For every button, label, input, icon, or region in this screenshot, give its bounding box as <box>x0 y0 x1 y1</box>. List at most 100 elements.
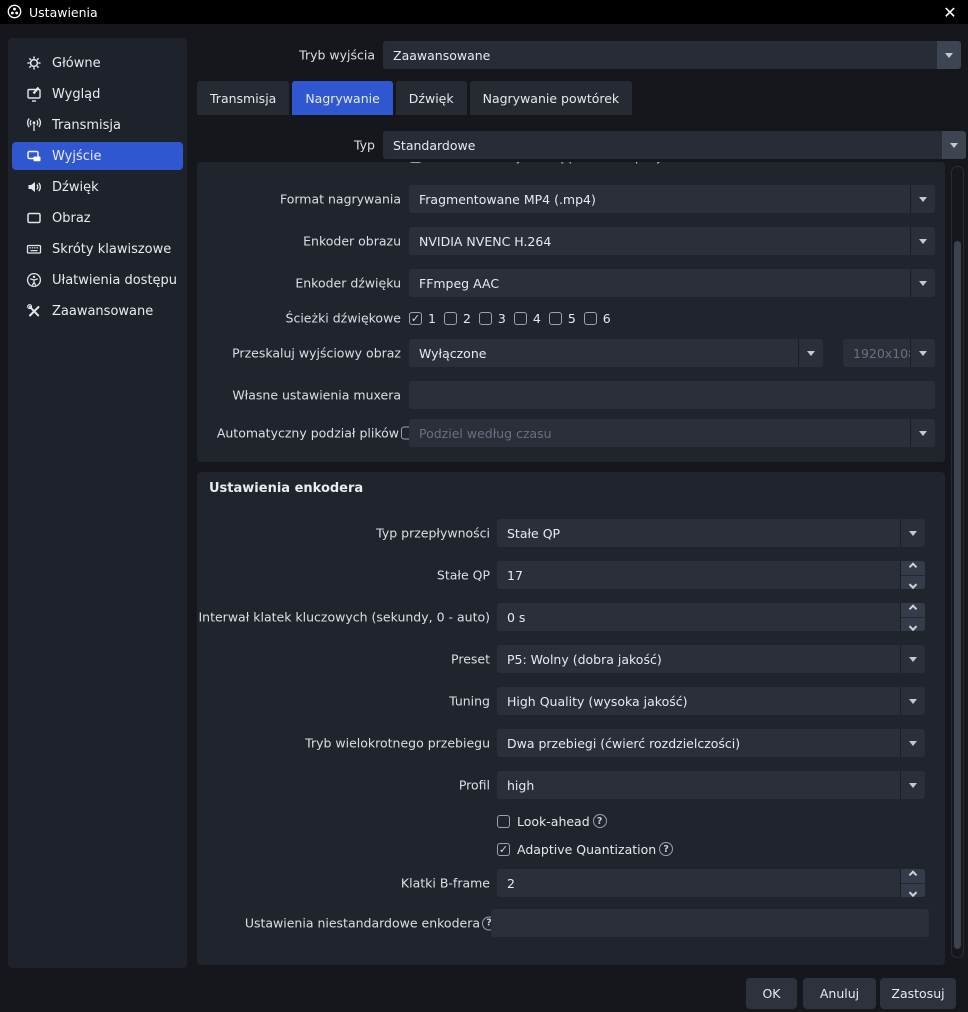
video-encoder-row: Enkoder obrazu NVIDIA NVENC H.264 <box>197 227 945 255</box>
tuning-label: Tuning <box>449 694 490 709</box>
check-icon: ✓ <box>499 844 508 855</box>
broadcast-icon <box>25 117 42 134</box>
video-encoder-dropdown[interactable]: NVIDIA NVENC H.264 <box>409 227 935 255</box>
chevron-down-icon <box>910 227 935 255</box>
tab-audio[interactable]: Dźwięk <box>396 81 467 115</box>
sidebar-item-appearance[interactable]: Wygląd <box>12 80 183 108</box>
preset-label: Preset <box>451 652 490 667</box>
profile-dropdown[interactable]: high <box>497 771 925 799</box>
spin-down-icon[interactable] <box>901 575 925 590</box>
apply-button[interactable]: Zastosuj <box>880 978 956 1009</box>
close-icon[interactable]: ✕ <box>938 0 962 24</box>
audio-tracks-label: Ścieżki dźwiękowe <box>286 311 401 326</box>
ok-button[interactable]: OK <box>746 978 797 1009</box>
audio-track-4: 4 <box>514 311 541 326</box>
chevron-down-icon <box>910 339 935 367</box>
audio-track-1-label: 1 <box>428 311 436 326</box>
sidebar-item-accessibility[interactable]: Ułatwienia dostępu <box>12 266 183 294</box>
rate-control-dropdown[interactable]: Stałe QP <box>497 519 925 547</box>
profile-label: Profil <box>459 778 490 793</box>
lookahead-checkbox[interactable] <box>497 815 510 828</box>
clipped-row: Generuj nazwę pliku bez spacji <box>197 162 945 168</box>
audio-track-4-checkbox[interactable] <box>514 312 527 325</box>
tab-replay-buffer[interactable]: Nagrywanie powtórek <box>470 81 633 115</box>
sidebar-item-label: Ułatwienia dostępu <box>52 273 177 288</box>
sidebar-item-video[interactable]: Obraz <box>12 204 183 232</box>
cancel-button[interactable]: Anuluj <box>803 978 876 1009</box>
rescale-dropdown[interactable]: Wyłączone <box>409 339 823 367</box>
cqp-value: 17 <box>497 561 900 589</box>
recording-format-dropdown[interactable]: Fragmentowane MP4 (.mp4) <box>409 185 935 213</box>
muxer-label: Własne ustawienia muxera <box>232 388 401 403</box>
adaptive-quantization-checkbox[interactable]: ✓ <box>497 843 510 856</box>
autosplit-label-group: Automatyczny podział plików <box>217 426 414 441</box>
sidebar-item-stream[interactable]: Transmisja <box>12 111 183 139</box>
profile-row: Profil high <box>197 771 945 799</box>
scrollbar[interactable] <box>951 166 964 958</box>
titlebar: Ustawienia ✕ <box>0 0 968 24</box>
sidebar-item-advanced[interactable]: Zaawansowane <box>12 297 183 325</box>
chevron-down-icon <box>941 131 966 159</box>
bframes-spinner[interactable]: 2 <box>497 869 925 897</box>
type-label: Typ <box>354 138 375 153</box>
spin-down-icon[interactable] <box>901 617 925 632</box>
sidebar-item-label: Zaawansowane <box>52 304 153 319</box>
sidebar-item-label: Dźwięk <box>52 180 99 195</box>
rate-control-value: Stałe QP <box>497 519 900 547</box>
multipass-label: Tryb wielokrotnego przebiegu <box>305 736 490 751</box>
audio-encoder-dropdown[interactable]: FFmpeg AAC <box>409 269 935 297</box>
tab-streaming[interactable]: Transmisja <box>197 81 289 115</box>
custom-encoder-settings-label: Ustawienia niestandardowe enkodera <box>245 916 480 931</box>
spin-up-icon[interactable] <box>901 603 925 617</box>
rescale-resolution-value: 1920x1080 <box>843 339 910 367</box>
sidebar-item-output[interactable]: Wyjście <box>12 142 183 170</box>
spin-up-icon[interactable] <box>901 561 925 575</box>
audio-track-6: 6 <box>584 311 611 326</box>
sidebar-item-general[interactable]: Główne <box>12 49 183 77</box>
custom-encoder-settings-input[interactable] <box>491 909 929 937</box>
sidebar-item-audio[interactable]: Dźwięk <box>12 173 183 201</box>
audio-track-6-label: 6 <box>603 311 611 326</box>
settings-scroll-area: Generuj nazwę pliku bez spacji Format na… <box>197 162 945 965</box>
audio-track-3-checkbox[interactable] <box>479 312 492 325</box>
video-encoder-label: Enkoder obrazu <box>303 234 401 249</box>
help-icon[interactable]: ? <box>593 814 607 828</box>
cqp-spinner[interactable]: 17 <box>497 561 925 589</box>
profile-value: high <box>497 771 900 799</box>
recording-format-row: Format nagrywania Fragmentowane MP4 (.mp… <box>197 185 945 213</box>
audio-encoder-label: Enkoder dźwięku <box>295 276 401 291</box>
output-mode-dropdown[interactable]: Zaawansowane <box>383 41 961 69</box>
multipass-row: Tryb wielokrotnego przebiegu Dwa przebie… <box>197 729 945 757</box>
tuning-dropdown[interactable]: High Quality (wysoka jakość) <box>497 687 925 715</box>
rate-control-row: Typ przepływności Stałe QP <box>197 519 945 547</box>
type-dropdown[interactable]: Standardowe <box>383 131 966 159</box>
audio-track-5-label: 5 <box>568 311 576 326</box>
accessibility-icon <box>25 272 42 289</box>
scrollbar-thumb[interactable] <box>954 241 961 949</box>
rescale-resolution-dropdown[interactable]: 1920x1080 <box>843 339 935 367</box>
audio-track-6-checkbox[interactable] <box>584 312 597 325</box>
audio-track-5: 5 <box>549 311 576 326</box>
audio-track-1-checkbox[interactable]: ✓ <box>409 312 422 325</box>
spin-up-icon[interactable] <box>901 869 925 883</box>
preset-dropdown[interactable]: P5: Wolny (dobra jakość) <box>497 645 925 673</box>
audio-track-2-checkbox[interactable] <box>444 312 457 325</box>
audio-track-4-label: 4 <box>533 311 541 326</box>
audio-encoder-row: Enkoder dźwięku FFmpeg AAC <box>197 269 945 297</box>
chevron-down-icon <box>900 519 925 547</box>
chevron-down-icon <box>910 185 935 213</box>
autosplit-dropdown[interactable]: Podziel według czasu <box>409 419 935 447</box>
keyframe-interval-spinner[interactable]: 0 s <box>497 603 925 631</box>
muxer-input[interactable] <box>409 381 935 409</box>
filename-without-space-checkbox[interactable] <box>409 162 422 163</box>
help-icon[interactable]: ? <box>659 842 673 856</box>
sidebar-item-hotkeys[interactable]: Skróty klawiszowe <box>12 235 183 263</box>
clipped-row-label: Generuj nazwę pliku bez spacji <box>471 162 664 164</box>
autosplit-label: Automatyczny podział plików <box>217 426 399 441</box>
spin-down-icon[interactable] <box>901 883 925 898</box>
multipass-dropdown[interactable]: Dwa przebiegi (ćwierć rozdzielczości) <box>497 729 925 757</box>
audio-track-5-checkbox[interactable] <box>549 312 562 325</box>
adaptive-quantization-label: Adaptive Quantization <box>517 842 656 857</box>
tab-recording[interactable]: Nagrywanie <box>292 81 392 115</box>
rescale-value: Wyłączone <box>409 339 798 367</box>
